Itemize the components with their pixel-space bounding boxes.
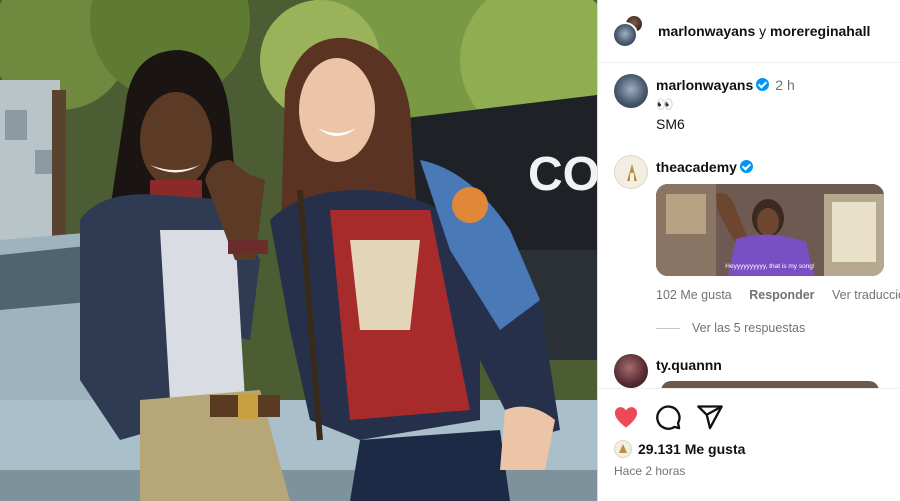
comments-list[interactable]: marlonwayans 2 h 👀 SM6 theacademy Heyyyy… <box>598 63 900 388</box>
likes-count-label: 29.131 Me gusta <box>638 441 746 457</box>
post-photo[interactable]: CO <box>0 0 597 501</box>
comment-gif[interactable]: Heyyyyyyyyyy, that is my song! <box>656 184 884 276</box>
author-separator: y <box>759 23 767 39</box>
next-comment-gif[interactable] <box>661 381 879 388</box>
oscar-icon <box>627 164 637 181</box>
truck-sign-text: CO <box>528 148 597 201</box>
verified-badge-icon <box>739 160 753 173</box>
next-comment-avatar[interactable] <box>614 354 648 388</box>
view-replies-button[interactable]: Ver las 5 respuestas <box>656 321 805 335</box>
comment-likes[interactable]: 102 Me gusta <box>656 288 732 302</box>
caption-header: marlonwayans 2 h <box>656 77 795 95</box>
avatar-user1[interactable] <box>612 22 638 48</box>
next-comment-header: ty.quannn <box>656 357 722 375</box>
caption-emoji: 👀 <box>656 96 674 112</box>
post-sidebar: marlonwayans y morereginahall marlonwaya… <box>597 0 900 501</box>
caption-time: 2 h <box>775 77 795 93</box>
gif-image: Heyyyyyyyyyy, that is my song! <box>656 184 884 276</box>
comment-icon[interactable] <box>654 403 682 431</box>
view-replies-label: Ver las 5 respuestas <box>692 321 806 335</box>
heart-icon[interactable] <box>612 403 640 431</box>
post-image: CO <box>0 0 597 501</box>
post-timestamp: Hace 2 horas <box>614 464 686 478</box>
reply-button[interactable]: Responder <box>749 288 814 302</box>
caption-text: SM6 <box>656 116 685 132</box>
caption-username[interactable]: marlonwayans <box>656 77 753 93</box>
translate-link[interactable]: Ver traducción <box>832 288 900 302</box>
post-actions: 29.131 Me gusta Hace 2 horas <box>598 388 900 501</box>
likes-count[interactable]: 29.131 Me gusta <box>614 440 745 458</box>
comment-meta: 102 Me gusta Responder Ver traducción <box>656 288 900 302</box>
collab-avatars[interactable] <box>612 14 644 48</box>
verified-badge-icon <box>756 78 770 91</box>
comment-username[interactable]: theacademy <box>656 159 737 175</box>
liker-avatar-icon <box>614 440 632 458</box>
next-comment-username[interactable]: ty.quannn <box>656 357 722 373</box>
author-link-2[interactable]: morereginahall <box>770 23 870 39</box>
author-link-1[interactable]: marlonwayans <box>658 23 755 39</box>
comment-header: theacademy <box>656 159 753 177</box>
gif-caption: Heyyyyyyyyyy, that is my song! <box>725 263 815 270</box>
academy-avatar[interactable] <box>614 155 648 189</box>
post-header: marlonwayans y morereginahall <box>598 0 900 63</box>
replies-divider <box>656 328 680 330</box>
post-authors: marlonwayans y morereginahall <box>658 23 870 39</box>
avatar[interactable] <box>614 74 648 108</box>
share-icon[interactable] <box>696 403 724 431</box>
